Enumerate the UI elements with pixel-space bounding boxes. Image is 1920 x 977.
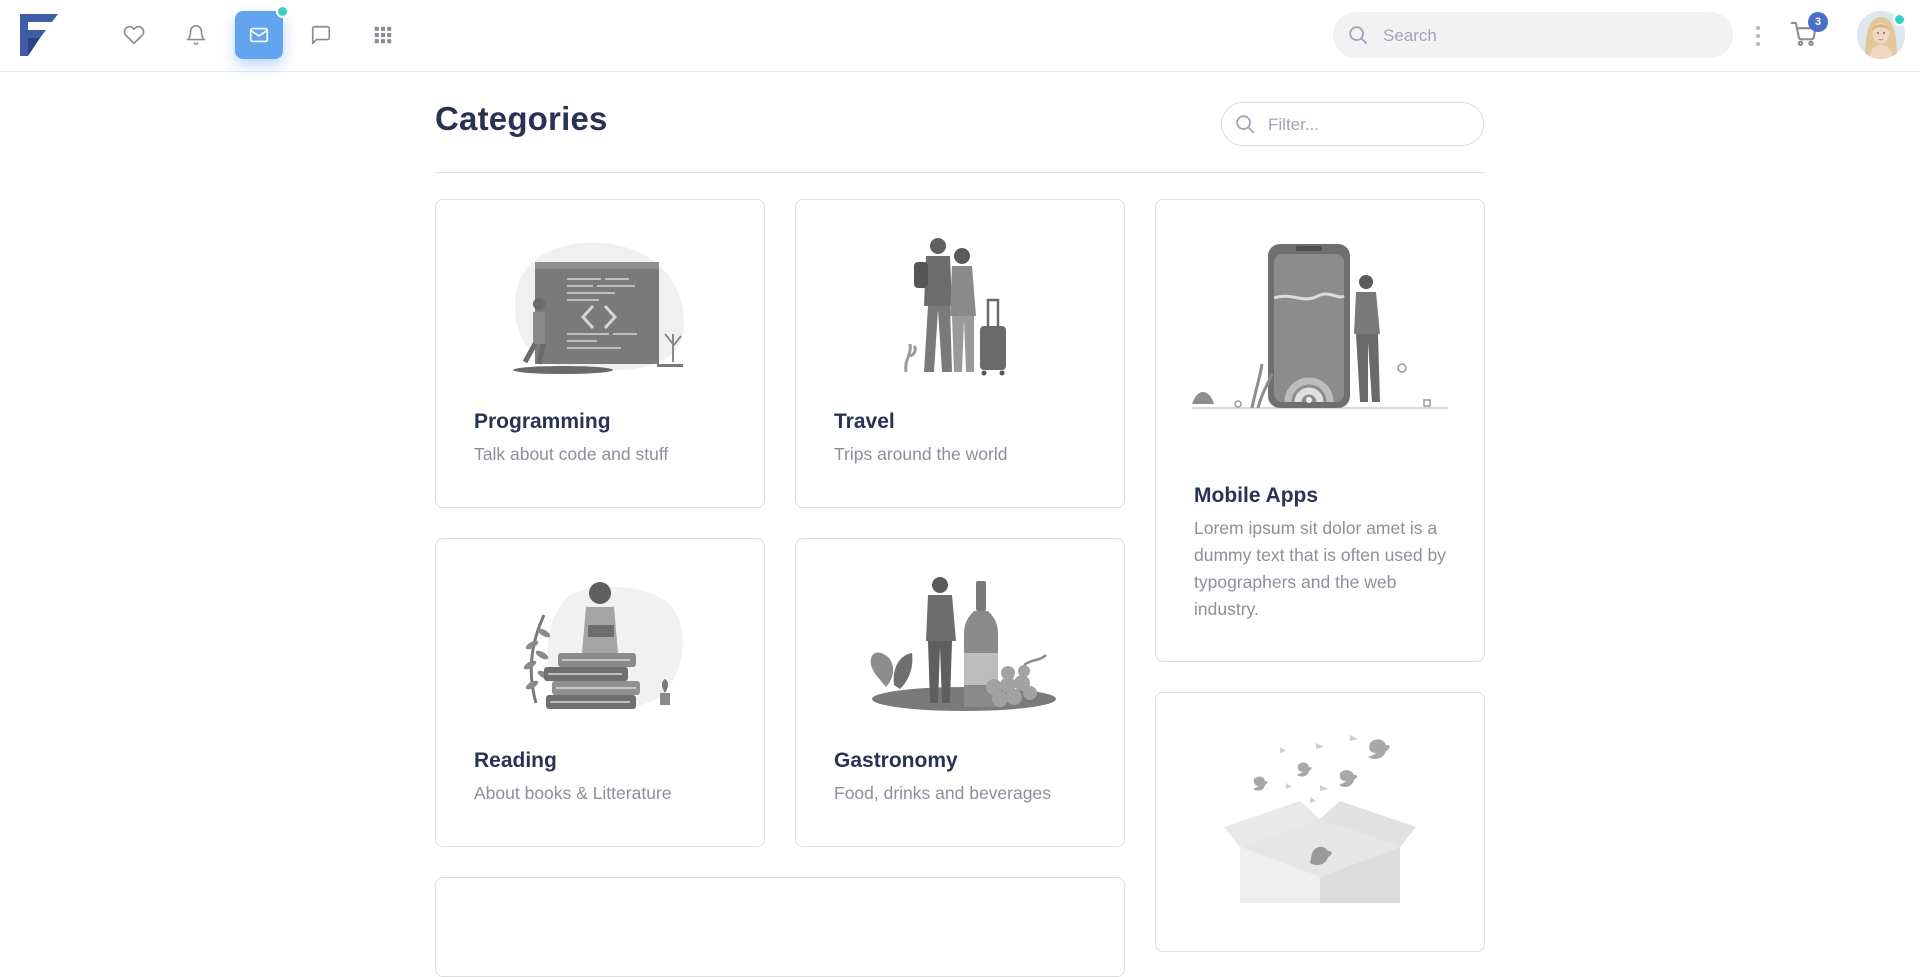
chat-icon — [311, 25, 331, 45]
category-card-travel[interactable]: Travel Trips around the world — [795, 199, 1125, 508]
messages-online-dot — [276, 5, 289, 18]
cart-count-badge: 3 — [1808, 12, 1828, 32]
apps-button[interactable] — [359, 11, 407, 59]
category-card-reading[interactable]: Reading About books & Litterature — [435, 538, 765, 847]
card-description: Trips around the world — [834, 444, 1008, 464]
kebab-dot — [1756, 34, 1760, 38]
messages-button[interactable] — [235, 11, 283, 59]
category-card-social[interactable] — [1155, 692, 1485, 952]
category-card-programming[interactable]: Programming Talk about code and stuff — [435, 199, 765, 508]
category-card-gastronomy[interactable]: Gastronomy Food, drinks and beverages — [795, 538, 1125, 847]
chat-button[interactable] — [297, 11, 345, 59]
gastronomy-illustration — [870, 577, 1056, 711]
top-navbar: 3 — [0, 0, 1920, 72]
bell-icon — [186, 25, 206, 45]
cart-button[interactable]: 3 — [1790, 12, 1828, 50]
global-search — [1333, 12, 1733, 60]
notifications-button[interactable] — [172, 11, 220, 59]
search-icon — [1349, 26, 1368, 45]
category-card-mobile-apps[interactable]: Mobile Apps Lorem ipsum sit dolor amet i… — [1155, 199, 1485, 662]
more-options-button[interactable] — [1750, 20, 1766, 52]
category-filter — [1221, 102, 1484, 147]
reading-illustration — [523, 582, 683, 709]
search-input[interactable] — [1381, 12, 1715, 60]
favorites-button[interactable] — [110, 11, 158, 59]
card-title: Reading — [474, 749, 557, 772]
card-description: Food, drinks and beverages — [834, 783, 1051, 803]
card-title: Mobile Apps — [1194, 484, 1319, 507]
programming-illustration — [513, 242, 684, 374]
card-title: Travel — [834, 410, 895, 433]
card-description: About books & Litterature — [474, 783, 672, 803]
card-title: Programming — [474, 410, 611, 433]
category-card-partial[interactable] — [435, 877, 1125, 977]
travel-illustration — [904, 238, 1006, 376]
card-description: Lorem ipsum sit dolor amet is a dummy te… — [1194, 518, 1446, 619]
page-title: Categories — [435, 100, 608, 137]
apps-grid-icon — [374, 26, 392, 44]
kebab-dot — [1756, 26, 1760, 30]
user-online-dot — [1893, 13, 1906, 26]
brand-logo[interactable] — [20, 14, 58, 56]
filter-input[interactable] — [1266, 103, 1470, 147]
card-title: Gastronomy — [834, 749, 958, 772]
social-box-illustration — [1224, 735, 1416, 903]
mail-icon — [249, 27, 269, 43]
search-icon — [1236, 115, 1255, 134]
card-description: Talk about code and stuff — [474, 444, 669, 464]
heart-icon — [123, 25, 145, 45]
header-divider — [435, 172, 1485, 173]
kebab-dot — [1756, 42, 1760, 46]
mobile-apps-illustration — [1192, 244, 1448, 409]
